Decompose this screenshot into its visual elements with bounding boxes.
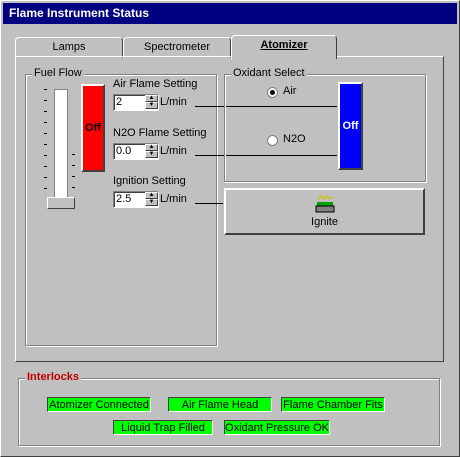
oxidant-n2o-radio[interactable] bbox=[267, 135, 278, 146]
n2o-flame-spinner[interactable]: ▲▼ bbox=[113, 143, 159, 160]
ignition-unit: L/min bbox=[160, 193, 187, 205]
oxidant-off-button[interactable]: Off bbox=[338, 82, 363, 170]
air-flame-input[interactable] bbox=[116, 96, 144, 108]
ignition-spinner[interactable]: ▲▼ bbox=[113, 191, 159, 208]
instrument-status-window: Flame Instrument Status Lamps Spectromet… bbox=[0, 0, 460, 457]
window-title: Flame Instrument Status bbox=[3, 3, 457, 24]
interlock-liquid-trap-filled: Liquid Trap Filled bbox=[113, 420, 213, 435]
spin-down-icon[interactable]: ▼ bbox=[145, 151, 158, 158]
interlock-flame-chamber-fits: Flame Chamber Fits bbox=[281, 397, 385, 412]
tab-spectrometer[interactable]: Spectrometer bbox=[123, 37, 231, 58]
oxidant-select-label: Oxidant Select bbox=[231, 67, 307, 79]
air-flame-label: Air Flame Setting bbox=[113, 78, 198, 90]
fuel-flow-label: Fuel Flow bbox=[32, 67, 84, 79]
spin-down-icon[interactable]: ▼ bbox=[145, 199, 158, 206]
fuel-flow-slider-thumb[interactable] bbox=[47, 197, 75, 209]
tab-lamps[interactable]: Lamps bbox=[15, 37, 123, 58]
interlock-atomizer-connected: Atomizer Connected bbox=[47, 397, 151, 412]
oxidant-select-group: Oxidant Select Air N2O Off bbox=[224, 67, 426, 182]
interlocks-label: Interlocks bbox=[25, 371, 81, 383]
fuel-flow-slider[interactable] bbox=[44, 89, 78, 211]
atomizer-panel: Fuel Flow Off Air Flame Setting ▲▼ L/min… bbox=[15, 56, 444, 362]
n2o-flame-label: N2O Flame Setting bbox=[113, 127, 207, 139]
n2o-flame-unit: L/min bbox=[160, 145, 187, 157]
ignition-label: Ignition Setting bbox=[113, 175, 186, 187]
fuel-off-button[interactable]: Off bbox=[81, 84, 105, 172]
interlocks-group: Interlocks Atomizer Connected Air Flame … bbox=[18, 371, 440, 446]
spin-up-icon[interactable]: ▲ bbox=[145, 95, 158, 102]
air-flame-unit: L/min bbox=[160, 96, 187, 108]
tab-atomizer[interactable]: Atomizer bbox=[231, 35, 337, 59]
spin-up-icon[interactable]: ▲ bbox=[145, 144, 158, 151]
spin-down-icon[interactable]: ▼ bbox=[145, 102, 158, 109]
interlock-air-flame-head: Air Flame Head bbox=[168, 397, 272, 412]
n2o-flame-input[interactable] bbox=[116, 145, 144, 157]
spin-up-icon[interactable]: ▲ bbox=[145, 192, 158, 199]
ignite-label: Ignite bbox=[311, 216, 338, 228]
interlock-oxidant-pressure-ok: Oxidant Pressure OK bbox=[224, 420, 330, 435]
flame-icon bbox=[315, 194, 335, 214]
oxidant-air-label: Air bbox=[283, 85, 297, 97]
oxidant-air-radio[interactable] bbox=[267, 87, 278, 98]
ignition-connector-line bbox=[195, 203, 223, 204]
fuel-flow-group: Fuel Flow Off Air Flame Setting ▲▼ L/min… bbox=[25, 67, 217, 346]
oxidant-n2o-label: N2O bbox=[283, 133, 306, 145]
tab-strip: Lamps Spectrometer Atomizer bbox=[15, 35, 435, 59]
air-flame-spinner[interactable]: ▲▼ bbox=[113, 94, 159, 111]
ignite-button[interactable]: Ignite bbox=[224, 188, 425, 235]
ignition-input[interactable] bbox=[116, 193, 144, 205]
